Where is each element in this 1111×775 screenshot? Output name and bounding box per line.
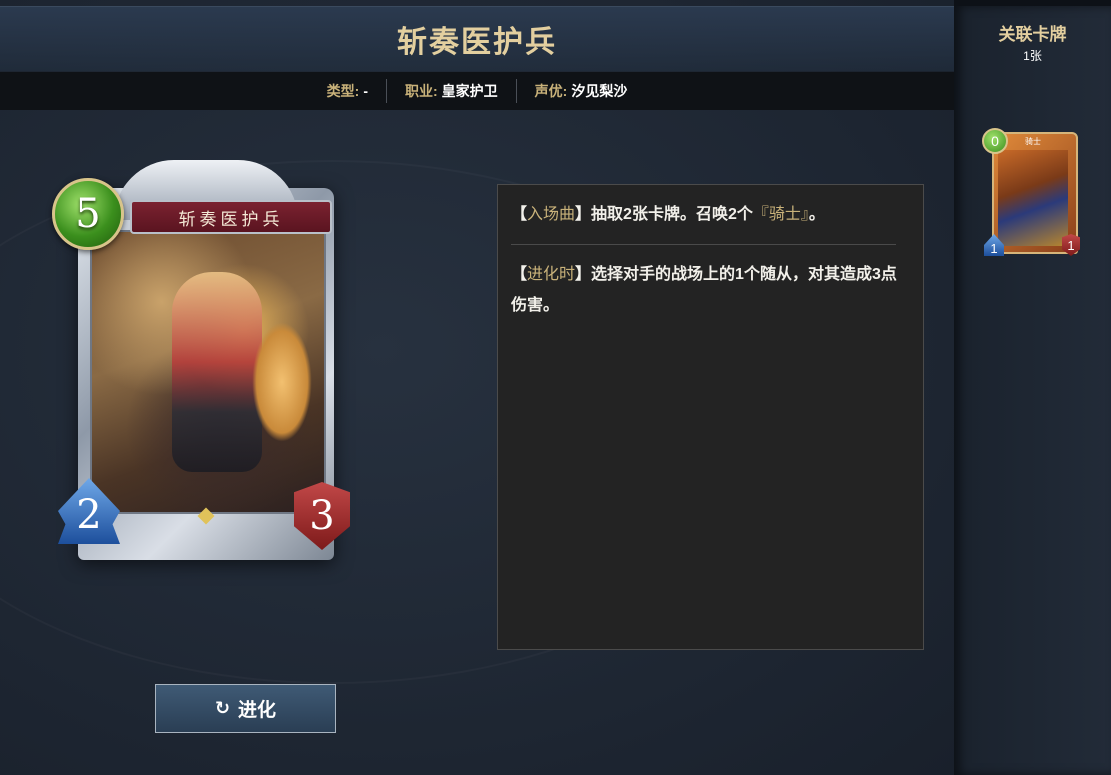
fanfare-text: 抽取2张卡牌。召唤2个 — [591, 206, 753, 223]
related-card-frame: 骑士 — [992, 132, 1078, 254]
sidebar-header: 关联卡牌 1张 — [954, 6, 1111, 64]
bracket-open: 【 — [511, 206, 528, 223]
bracket-close: 】 — [575, 206, 592, 223]
title-bar: 斩奏医护兵 — [0, 6, 954, 71]
meta-class: 职业: 皇家护卫 — [387, 81, 516, 101]
related-card-item[interactable]: 骑士 0 1 1 — [982, 128, 1080, 260]
refresh-icon: ↻ — [214, 698, 231, 718]
meta-cv-value: 汐见梨沙 — [571, 83, 628, 99]
meta-type-value: - — [363, 83, 368, 99]
meta-class-value: 皇家护卫 — [441, 83, 498, 99]
meta-type: 类型: - — [309, 81, 386, 101]
card-artwork-tail — [252, 322, 312, 442]
fanfare-keyword: 入场曲 — [527, 206, 576, 223]
page-title: 斩奏医护兵 — [397, 25, 557, 60]
related-cards-sidebar: 关联卡牌 1张 骑士 0 1 1 — [954, 6, 1111, 775]
sidebar-title: 关联卡牌 — [998, 25, 1067, 44]
card-meta-bar: 类型: - 职业: 皇家护卫 声优: 汐见梨沙 — [0, 72, 954, 110]
meta-cv-label: 声优: — [534, 83, 568, 99]
card-name-plate: 斩奏医护兵 — [130, 200, 332, 234]
card-artwork — [90, 230, 326, 514]
card-detail-panel: 斩奏医护兵 类型: - 职业: 皇家护卫 声优: 汐见梨沙 斩奏医护兵 5 2 … — [0, 0, 954, 775]
token-link[interactable]: 『骑士』 — [753, 206, 809, 223]
fanfare-ability: 【入场曲】抽取2张卡牌。召唤2个『骑士』。 — [511, 199, 910, 230]
ability-divider — [511, 244, 896, 245]
related-card-artwork — [998, 150, 1068, 246]
related-card-cost: 0 — [982, 128, 1008, 154]
evolve-keyword: 进化时 — [527, 266, 576, 283]
card-artwork-figure — [172, 272, 262, 472]
meta-cv: 声优: 汐见梨沙 — [517, 81, 646, 101]
sidebar-count: 1张 — [1023, 49, 1042, 63]
evolve-button[interactable]: ↻ 进化 — [155, 684, 336, 733]
meta-class-label: 职业: — [405, 83, 438, 99]
bracket-close: 】 — [575, 266, 592, 283]
bracket-open: 【 — [511, 266, 528, 283]
evolve-button-label: 进化 — [238, 700, 277, 721]
evolve-ability: 【进化时】选择对手的战场上的1个随从，对其造成3点伤害。 — [511, 259, 910, 321]
fanfare-end: 。 — [808, 206, 825, 223]
cost-gem: 5 — [52, 178, 124, 250]
card-image: 斩奏医护兵 5 2 3 — [52, 160, 352, 560]
meta-type-label: 类型: — [326, 83, 360, 99]
ability-text-box: 【入场曲】抽取2张卡牌。召唤2个『骑士』。 【进化时】选择对手的战场上的1个随从… — [497, 184, 924, 650]
